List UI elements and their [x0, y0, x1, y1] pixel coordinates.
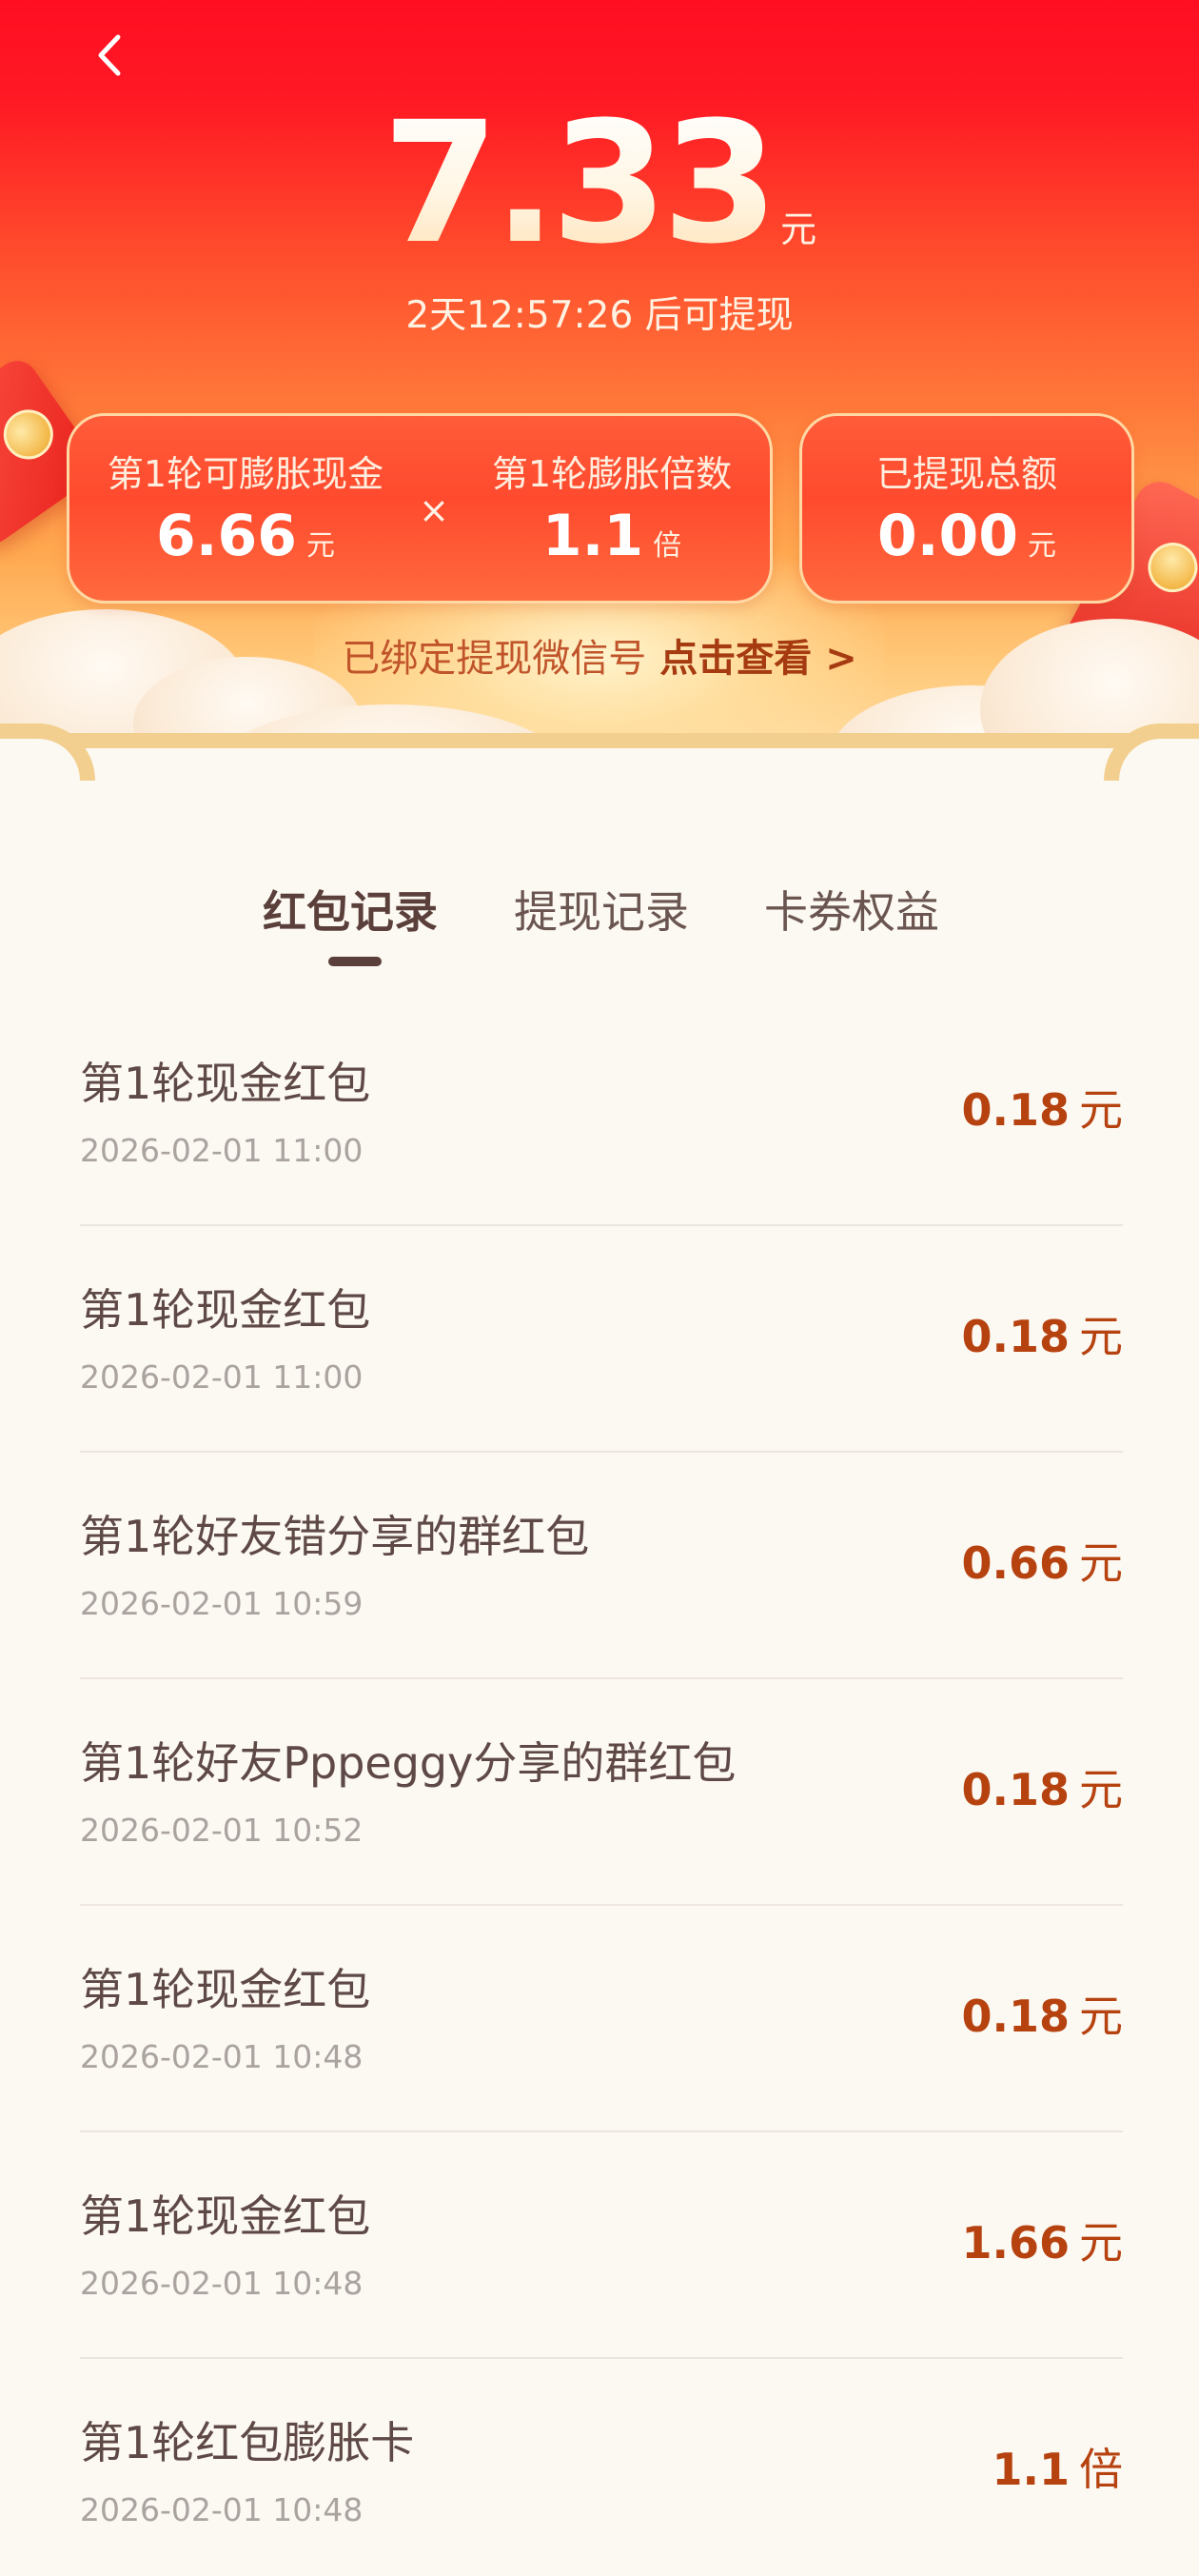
- tab-red-packet-records[interactable]: 红包记录: [255, 874, 445, 950]
- record-title: 第1轮现金红包: [80, 1964, 371, 2015]
- record-title: 第1轮现金红包: [80, 2190, 371, 2242]
- record-time: 2026-02-01 10:48: [80, 2038, 364, 2075]
- record-time: 2026-02-01 10:52: [80, 1812, 364, 1849]
- record-time: 2026-02-01 11:00: [80, 1132, 364, 1169]
- active-tab-indicator: [328, 957, 382, 966]
- record-amount: 1.66 元: [961, 2217, 1124, 2269]
- record-amount: 0.18 元: [961, 1991, 1124, 2042]
- record-amount: 0.18 元: [961, 1084, 1124, 1136]
- withdrawn-total-stat: 已提现总额 0.00 元: [802, 416, 1131, 606]
- balance-unit: 元: [780, 208, 817, 250]
- list-item[interactable]: 第1轮好友Pppeggy分享的群红包 2026-02-01 10:52 0.18…: [80, 1679, 1123, 1906]
- record-time: 2026-02-01 10:48: [80, 2265, 364, 2302]
- record-amount: 0.18 元: [961, 1764, 1124, 1815]
- stat-label: 已提现总额: [875, 453, 1057, 495]
- record-title: 第1轮现金红包: [80, 1058, 371, 1109]
- record-time: 2026-02-01 10:48: [80, 2491, 364, 2528]
- expansion-multiplier-stat: 第1轮膨胀倍数 1.1 倍: [450, 416, 774, 606]
- view-bind-link[interactable]: 点击查看 >: [659, 637, 856, 681]
- record-title: 第1轮红包膨胀卡: [80, 2417, 415, 2468]
- record-time: 2026-02-01 11:00: [80, 1358, 364, 1396]
- balance-amount: 7.33 元: [0, 100, 1199, 268]
- withdrawn-total-card: 已提现总额 0.00 元: [799, 413, 1134, 604]
- balance-value: 7.33: [382, 86, 778, 281]
- stat-value: 0.00 元: [876, 503, 1057, 569]
- record-amount: 0.66 元: [961, 1537, 1124, 1589]
- expandable-cash-stat: 第1轮可膨胀现金 6.66 元: [69, 416, 422, 606]
- record-title: 第1轮好友Pppeggy分享的群红包: [80, 1737, 737, 1789]
- records-list: 第1轮现金红包 2026-02-01 11:00 0.18 元 第1轮现金红包 2…: [80, 1000, 1123, 2576]
- record-tabs: 红包记录 提现记录 卡券权益: [0, 874, 1199, 969]
- back-button[interactable]: [80, 27, 137, 84]
- record-title: 第1轮好友错分享的群红包: [80, 1511, 590, 1562]
- record-amount: 0.18 元: [961, 1311, 1124, 1362]
- withdraw-countdown: 2天12:57:26 后可提现: [405, 294, 794, 337]
- stat-label: 第1轮可膨胀现金: [107, 453, 384, 495]
- stat-label: 第1轮膨胀倍数: [491, 453, 733, 495]
- tab-withdraw-records[interactable]: 提现记录: [506, 874, 697, 950]
- page: 7.33 元 2天12:57:26 后可提现 第1轮可膨胀现金 6.66 元 × …: [0, 0, 1199, 2576]
- wechat-bind-row: 已绑定提现微信号 点击查看 >: [0, 632, 1199, 685]
- bind-status-text: 已绑定提现微信号: [342, 637, 647, 681]
- list-item[interactable]: 第1轮红包膨胀卡 2026-02-01 10:48 1.1 倍: [80, 2359, 1123, 2576]
- record-title: 第1轮现金红包: [80, 1284, 371, 1336]
- chevron-left-icon: [98, 34, 121, 76]
- list-item[interactable]: 第1轮现金红包 2026-02-01 11:00 0.18 元: [80, 1226, 1123, 1453]
- list-item[interactable]: 第1轮现金红包 2026-02-01 10:48 0.18 元: [80, 1906, 1123, 2132]
- list-item[interactable]: 第1轮现金红包 2026-02-01 11:00 0.18 元: [80, 1000, 1123, 1226]
- stat-value: 1.1 倍: [541, 503, 682, 569]
- record-time: 2026-02-01 10:59: [80, 1585, 364, 1622]
- list-item[interactable]: 第1轮现金红包 2026-02-01 10:48 1.66 元: [80, 2132, 1123, 2359]
- expansion-card: 第1轮可膨胀现金 6.66 元 × 第1轮膨胀倍数 1.1 倍: [67, 413, 773, 604]
- list-item[interactable]: 第1轮好友错分享的群红包 2026-02-01 10:59 0.66 元: [80, 1453, 1123, 1679]
- stat-value: 6.66 元: [155, 503, 336, 569]
- hero-header: 7.33 元 2天12:57:26 后可提现 第1轮可膨胀现金 6.66 元 × …: [0, 0, 1199, 809]
- record-amount: 1.1 倍: [992, 2444, 1124, 2495]
- tab-coupon-benefits[interactable]: 卡券权益: [757, 874, 947, 950]
